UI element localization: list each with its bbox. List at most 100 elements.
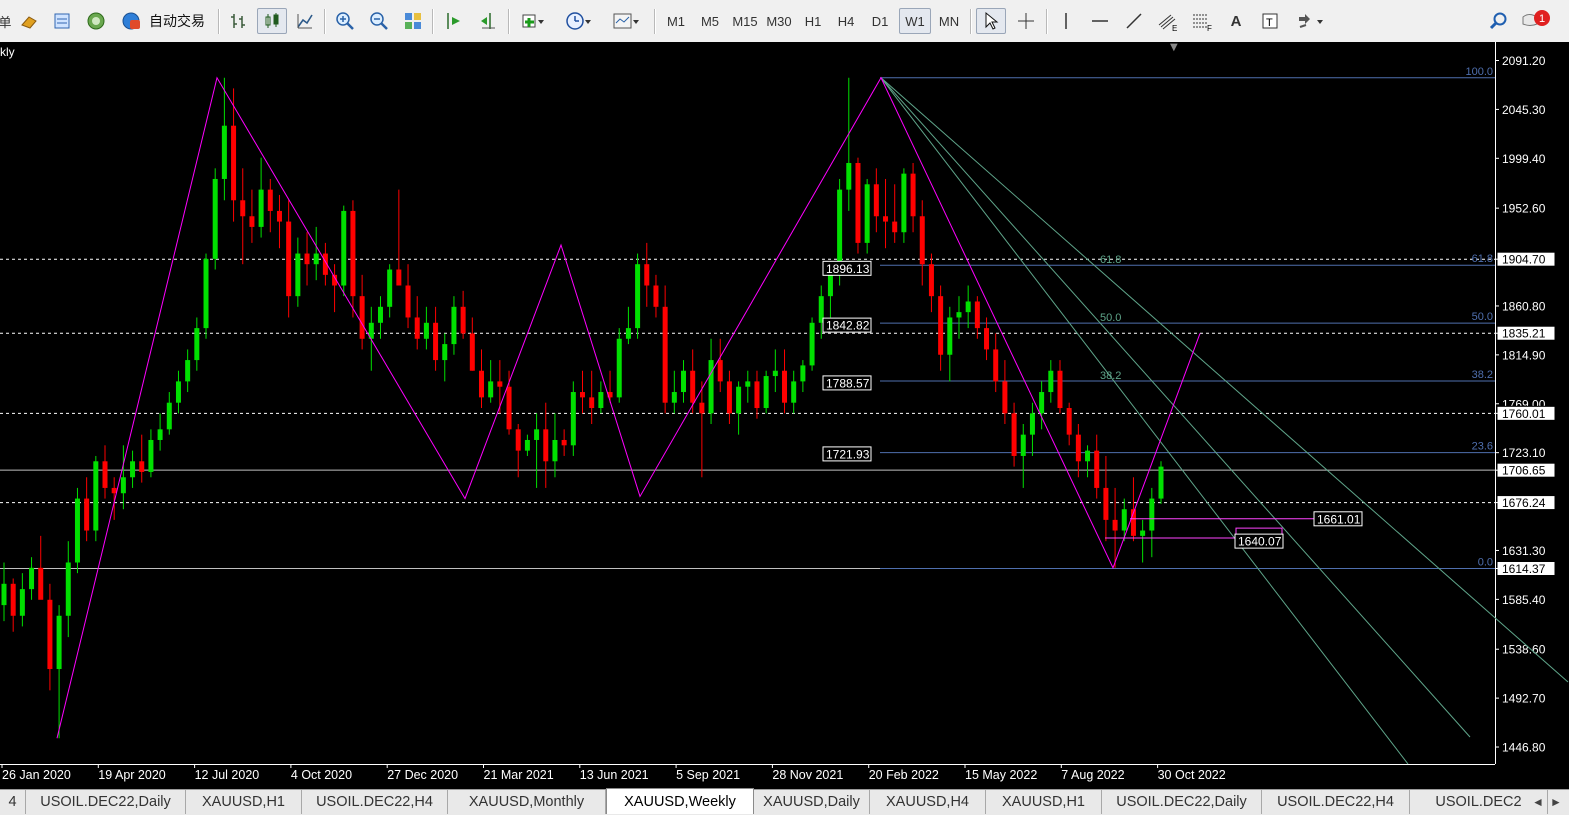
- trendline-tool-icon[interactable]: [1120, 8, 1148, 34]
- fib-level-label: 38.2: [1472, 369, 1493, 381]
- price-axis-label: 1676.24: [1502, 496, 1546, 510]
- chart-tab[interactable]: XAUUSD,Monthly: [448, 790, 606, 814]
- bull-candle: [1121, 509, 1127, 531]
- chart-tab[interactable]: XAUUSD,Daily: [754, 790, 870, 814]
- equidistant-channel-tool-icon[interactable]: E: [1154, 8, 1182, 34]
- bull-candle: [791, 381, 797, 403]
- periods-dropdown[interactable]: [559, 8, 599, 34]
- price-chart[interactable]: 2091.20 2045.30 1999.40 1952.60 1904.70 1860.…: [0, 42, 1569, 789]
- line-chart-icon[interactable]: [291, 8, 319, 34]
- vertical-line-tool-icon[interactable]: [1052, 8, 1080, 34]
- tabs-scroll-left-icon[interactable]: ◄: [1530, 793, 1546, 811]
- auto-scroll-icon[interactable]: [474, 8, 502, 34]
- data-window-icon[interactable]: [49, 8, 75, 34]
- cursor-tool-icon[interactable]: [976, 8, 1006, 34]
- bull-candle: [1085, 450, 1091, 462]
- price-axis-label: 1860.80: [1502, 299, 1546, 313]
- bear-candle: [984, 328, 990, 350]
- bear-candle: [84, 498, 90, 531]
- candlestick-chart-icon[interactable]: [257, 8, 287, 34]
- timeframe-m1[interactable]: M1: [660, 8, 692, 34]
- price-axis-label: 1904.70: [1502, 253, 1546, 267]
- chart-tab[interactable]: XAUUSD,H1: [186, 790, 302, 814]
- timeframe-mn[interactable]: MN: [933, 8, 965, 34]
- bear-candle: [910, 173, 916, 217]
- timeframe-m15[interactable]: M15: [728, 8, 762, 34]
- fib-fan-label: 50.0: [1100, 312, 1121, 324]
- price-axis-label: 1814.90: [1502, 348, 1546, 362]
- text-tool-icon[interactable]: A: [1222, 8, 1250, 34]
- price-label-text: 1721.93: [826, 447, 870, 461]
- bull-candle: [598, 392, 604, 409]
- market-watch-icon[interactable]: [16, 8, 42, 34]
- crosshair-tool-icon[interactable]: [1011, 8, 1041, 34]
- tabs-scroll-right-icon[interactable]: ►: [1548, 793, 1564, 811]
- fib-level-label: 100.0: [1465, 66, 1493, 78]
- bull-candle: [1039, 392, 1045, 414]
- chart-tab[interactable]: XAUUSD,H1: [986, 790, 1102, 814]
- chart-tab[interactable]: XAUUSD,Weekly: [606, 788, 754, 814]
- bar-chart-icon[interactable]: [224, 8, 252, 34]
- fib-fan-line: [880, 77, 1409, 765]
- bull-candle: [295, 253, 301, 297]
- bull-candle: [570, 392, 576, 446]
- bear-candle: [690, 370, 696, 403]
- timeframe-m30[interactable]: M30: [762, 8, 796, 34]
- timeframe-h1[interactable]: H1: [797, 8, 829, 34]
- search-icon[interactable]: [1486, 8, 1512, 34]
- chart-tab[interactable]: XAUUSD,H4: [870, 790, 986, 814]
- bull-candle: [377, 306, 383, 323]
- bull-candle: [1149, 498, 1155, 531]
- notifications-icon[interactable]: 1: [1518, 8, 1554, 34]
- bull-candle: [1048, 370, 1054, 393]
- bear-candle: [10, 583, 16, 616]
- navigator-icon[interactable]: [83, 8, 109, 34]
- bear-candle: [405, 285, 411, 318]
- chart-shift-icon[interactable]: [440, 8, 468, 34]
- bear-candle: [231, 125, 237, 201]
- zoom-out-icon[interactable]: [365, 8, 393, 34]
- chart-tab[interactable]: USOIL.DEC2: [1410, 790, 1548, 814]
- bull-candle: [736, 386, 742, 414]
- fibonacci-tool-icon[interactable]: F: [1188, 8, 1216, 34]
- fib-fan-label: 38.2: [1100, 370, 1121, 382]
- bear-candle: [38, 567, 44, 600]
- bull-candle: [185, 360, 191, 382]
- timeframe-m5[interactable]: M5: [694, 8, 726, 34]
- tile-windows-icon[interactable]: [399, 8, 427, 34]
- text-label-tool-icon[interactable]: T: [1256, 8, 1284, 34]
- templates-dropdown[interactable]: [605, 8, 647, 34]
- chart-tab[interactable]: 4: [0, 790, 26, 814]
- arrows-dropdown[interactable]: [1290, 8, 1330, 34]
- timeframe-d1[interactable]: D1: [864, 8, 896, 34]
- chart-tab[interactable]: USOIL.DEC22,H4: [1262, 790, 1410, 814]
- indicators-dropdown[interactable]: [513, 8, 553, 34]
- price-axis-label: 1614.37: [1502, 562, 1546, 576]
- auto-trading-button[interactable]: 自动交易: [115, 8, 211, 34]
- timeframe-w1[interactable]: W1: [899, 8, 931, 34]
- bear-candle: [506, 386, 512, 430]
- bear-candle: [240, 200, 246, 217]
- bear-candle: [754, 381, 760, 409]
- bull-candle: [1140, 530, 1146, 536]
- horizontal-line-tool-icon[interactable]: [1086, 8, 1114, 34]
- bear-candle: [653, 285, 659, 307]
- bull-candle: [1158, 466, 1164, 499]
- bull-candle: [745, 381, 751, 387]
- chart-canvas[interactable]: 2091.20 2045.30 1999.40 1952.60 1904.70 1860.…: [0, 42, 1569, 789]
- bear-candle: [561, 439, 567, 446]
- bull-candle: [194, 328, 200, 361]
- bull-candle: [956, 312, 962, 318]
- partial-order-label[interactable]: 单: [0, 8, 12, 34]
- bear-candle: [304, 253, 310, 265]
- bull-candle: [423, 322, 429, 339]
- timeframe-h4[interactable]: H4: [830, 8, 862, 34]
- bull-candle: [864, 184, 870, 243]
- chart-tab[interactable]: USOIL.DEC22,H4: [302, 790, 448, 814]
- date-axis-label: 26 Jan 2020: [2, 768, 71, 782]
- bull-candle: [387, 269, 393, 307]
- chart-tab[interactable]: USOIL.DEC22,Daily: [1102, 790, 1262, 814]
- fib-level-label: 50.0: [1472, 311, 1493, 323]
- chart-tab[interactable]: USOIL.DEC22,Daily: [26, 790, 186, 814]
- zoom-in-icon[interactable]: [331, 8, 359, 34]
